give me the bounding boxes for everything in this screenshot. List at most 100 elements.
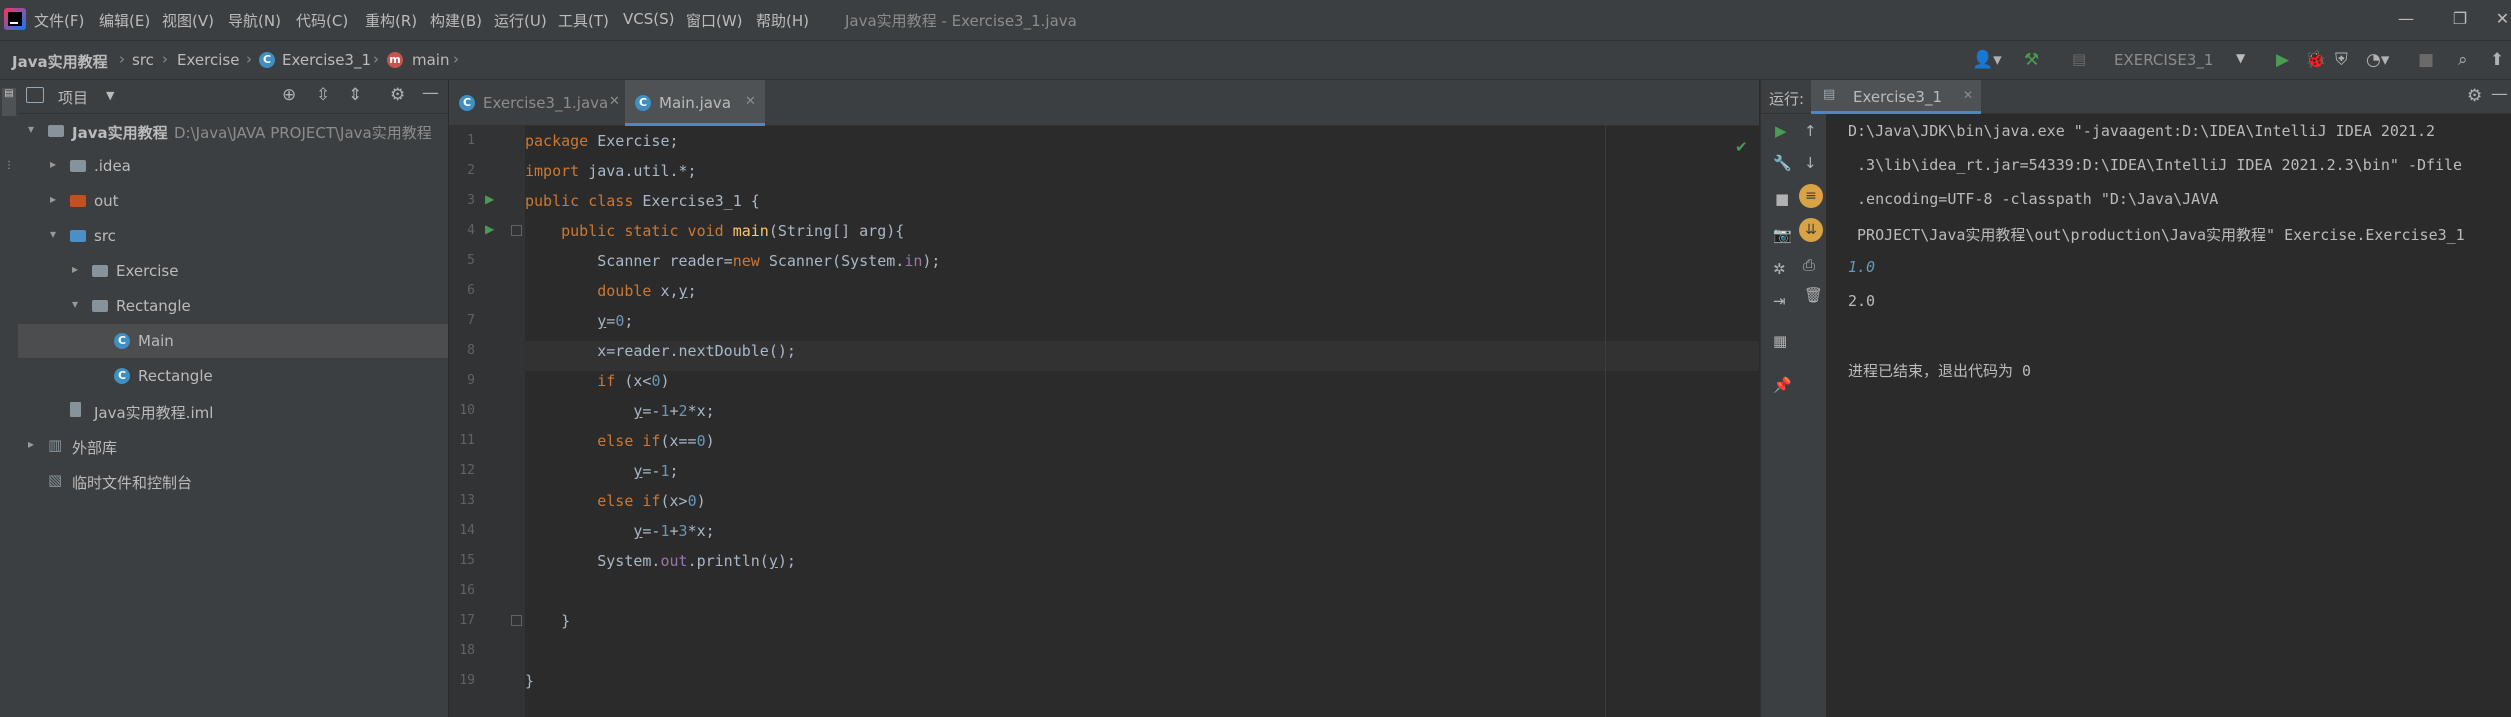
navigation-bar: Java实用教程 › src › Exercise › C Exercise3_…	[0, 40, 2511, 80]
chevron-down-icon[interactable]: ▼	[106, 89, 114, 102]
menu-item[interactable]: 导航(N)	[228, 10, 281, 31]
breadcrumb-project[interactable]: Java实用教程	[12, 51, 108, 72]
arrow-up-icon[interactable]: ↑	[1804, 122, 1817, 140]
rerun-icon[interactable]: ▶	[1775, 122, 1787, 140]
code-editor[interactable]: ✔ package Exercise; import java.util.*; pu…	[525, 126, 1759, 717]
tree-item[interactable]: C Main	[18, 324, 448, 358]
menu-item[interactable]: 运行(U)	[494, 10, 547, 31]
camera-icon[interactable]: 📷	[1773, 226, 1792, 244]
tab-exercise3-1[interactable]: C Exercise3_1.java ✕	[449, 80, 625, 126]
chevron-down-icon[interactable]: ▾	[28, 122, 34, 136]
line-number: 11	[459, 433, 475, 448]
project-tree: ▾ Java实用教程 D:\Java\JAVA PROJECT\Java实用教程 ▸.…	[18, 114, 448, 717]
chevron-down-icon[interactable]: ▾	[50, 227, 56, 241]
close-icon[interactable]: ✕	[1963, 88, 1973, 102]
pin-icon[interactable]: 📌	[1773, 376, 1792, 394]
menu-item[interactable]: 帮助(H)	[756, 10, 809, 31]
chevron-right-icon[interactable]: ▸	[28, 437, 34, 451]
code-line: y=-1+2*x;	[633, 402, 715, 420]
tree-item[interactable]: ▸ ▥ 外部库	[18, 429, 448, 463]
tree-item[interactable]: ▸ out	[18, 184, 448, 218]
search-icon[interactable]: ⌕	[2458, 50, 2468, 70]
chevron-right-icon: ›	[373, 50, 379, 68]
collapse-all-icon[interactable]: ⇕	[348, 85, 362, 105]
tree-item[interactable]: ▾ Rectangle	[18, 289, 448, 323]
coverage-icon[interactable]: ⛨	[2335, 50, 2348, 70]
menu-item[interactable]: 重构(R)	[365, 10, 417, 31]
scroll-to-end-icon[interactable]: ⇊	[1799, 218, 1823, 242]
debug-icon[interactable]: 🐞	[2305, 50, 2326, 70]
soft-wrap-icon[interactable]: ≡	[1799, 184, 1823, 208]
tree-item[interactable]: ▸ Exercise	[18, 254, 448, 288]
fold-icon[interactable]	[511, 615, 522, 626]
run-gutter-icon[interactable]: ▶	[485, 222, 494, 236]
close-icon[interactable]: ✕	[745, 94, 756, 109]
project-tool-icon[interactable]: ▤	[2, 88, 16, 116]
menu-item[interactable]: 文件(F)	[34, 10, 84, 31]
close-icon[interactable]: ✕	[609, 94, 620, 109]
user-icon[interactable]: 👤▾	[1972, 50, 2002, 70]
hammer-icon[interactable]: ⚒	[2024, 50, 2039, 70]
gear-icon[interactable]: ⚙	[2467, 86, 2482, 106]
maximize-button[interactable]: ❐	[2440, 4, 2480, 34]
run-gutter-icon[interactable]: ▶	[485, 192, 494, 206]
locate-icon[interactable]: ⊕	[282, 85, 296, 105]
code-line: else if(x>0)	[597, 492, 706, 510]
breadcrumb-method[interactable]: main	[412, 51, 449, 69]
profile-icon[interactable]: ◔▾	[2366, 50, 2389, 70]
run-tab[interactable]: ▤ Exercise3_1 ✕	[1811, 80, 1981, 114]
expand-all-icon[interactable]: ⇳	[316, 85, 330, 105]
bug-icon[interactable]: ✲	[1773, 260, 1786, 278]
chevron-right-icon[interactable]: ▸	[72, 262, 78, 276]
close-button[interactable]: ✕	[2494, 4, 2511, 34]
chevron-right-icon: ›	[246, 50, 252, 68]
tree-item-label: Rectangle	[116, 297, 191, 315]
class-icon: C	[635, 95, 651, 111]
menu-item[interactable]: 窗口(W)	[686, 10, 743, 31]
tree-item[interactable]: C Rectangle	[18, 359, 448, 393]
run-config-selector[interactable]: ▤ EXERCISE3_1 ▼	[2066, 45, 2266, 75]
run-panel-header: 运行: ▤ Exercise3_1 ✕ ⚙ —	[1760, 80, 2511, 114]
trash-icon[interactable]: 🗑	[1804, 286, 1823, 304]
structure-tool-icon[interactable]: ⋮	[2, 160, 16, 188]
chevron-right-icon[interactable]: ▸	[50, 157, 56, 171]
chevron-right-icon[interactable]: ▸	[50, 192, 56, 206]
gear-icon[interactable]: ⚙	[390, 85, 405, 105]
tree-item-label: Main	[138, 332, 174, 350]
tree-item[interactable]: Java实用教程.iml	[18, 394, 448, 428]
wrench-icon[interactable]: 🔧	[1773, 154, 1792, 172]
menu-item[interactable]: 工具(T)	[558, 10, 609, 31]
run-icon[interactable]: ▶	[2276, 50, 2289, 70]
minimize-button[interactable]: —	[2386, 4, 2426, 34]
hide-icon[interactable]: —	[422, 83, 439, 103]
stop-icon[interactable]: ■	[2418, 50, 2434, 70]
hide-icon[interactable]: —	[2491, 84, 2508, 104]
menu-item[interactable]: 视图(V)	[162, 10, 214, 31]
tree-item[interactable]: ▾ Java实用教程 D:\Java\JAVA PROJECT\Java实用教程	[18, 114, 448, 148]
project-panel-title[interactable]: 项目	[58, 87, 88, 108]
menu-item[interactable]: 构建(B)	[430, 10, 482, 31]
code-line: y=-1;	[633, 462, 679, 480]
fold-icon[interactable]	[511, 225, 522, 236]
chevron-down-icon[interactable]: ▾	[72, 297, 78, 311]
breadcrumb-src[interactable]: src	[132, 51, 154, 69]
menu-item[interactable]: VCS(S)	[623, 10, 674, 28]
code-line: }	[525, 672, 535, 690]
stop-icon[interactable]: ■	[1775, 190, 1789, 208]
print-icon[interactable]: ⎙	[1803, 256, 1815, 274]
arrow-down-icon[interactable]: ↓	[1804, 154, 1817, 172]
tree-item[interactable]: ▾ src	[18, 219, 448, 253]
layout-icon[interactable]: ▦	[1773, 332, 1787, 350]
upgrade-icon[interactable]: ⬆	[2490, 50, 2504, 70]
console-output[interactable]: D:\Java\JDK\bin\java.exe "-javaagent:D:\…	[1826, 114, 2511, 717]
tree-item[interactable]: ▸ .idea	[18, 149, 448, 183]
tree-item[interactable]: ▧ 临时文件和控制台	[18, 464, 448, 498]
menu-item[interactable]: 编辑(E)	[99, 10, 150, 31]
menu-item[interactable]: 代码(C)	[296, 10, 348, 31]
tab-main[interactable]: C Main.java ✕	[625, 80, 765, 126]
breadcrumb-class[interactable]: Exercise3_1	[282, 51, 371, 69]
breadcrumb-package[interactable]: Exercise	[177, 51, 239, 69]
login-icon[interactable]: ⇥	[1773, 292, 1786, 310]
folder-icon	[70, 230, 86, 242]
run-config-label: EXERCISE3_1	[2114, 51, 2214, 69]
